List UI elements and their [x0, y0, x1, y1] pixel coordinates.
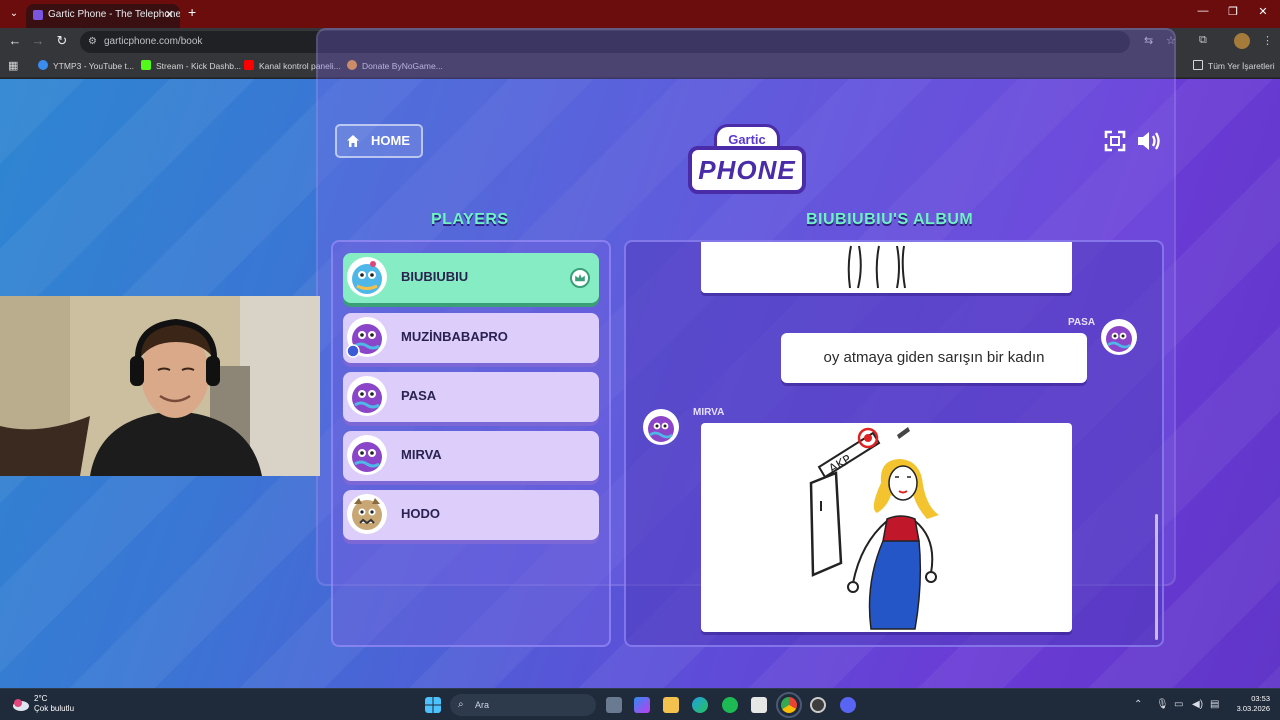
pasa-avatar-icon: [1101, 319, 1137, 355]
weather-desc: Çok bulutlu: [34, 704, 75, 713]
mirva-avatar-icon: [643, 409, 679, 445]
tab-title: Gartic Phone - The Telephone G: [48, 9, 180, 20]
logo-main-text: PHONE: [688, 146, 806, 194]
reload-icon[interactable]: ↻: [53, 33, 71, 49]
taskbar-search[interactable]: ⌕ Ara: [450, 694, 596, 716]
player-card-muzinbabapro[interactable]: MUZİNBABAPRO: [343, 313, 599, 363]
album-scrollbar[interactable]: [1155, 514, 1158, 640]
tab-close-icon[interactable]: ✕: [165, 4, 174, 26]
discord-icon[interactable]: [840, 697, 856, 713]
browser-titlebar: ⌄ Gartic Phone - The Telephone G ✕ + — ❐…: [0, 0, 1280, 28]
profile-avatar[interactable]: [1234, 33, 1250, 49]
voting-woman-drawing: AKP: [809, 427, 939, 630]
webcam-overlay: [0, 296, 320, 476]
site-info-icon[interactable]: ⚙: [88, 31, 97, 53]
youtube-icon: [244, 60, 254, 70]
player-avatar-icon: [347, 257, 387, 297]
text-entry-bubble: oy atmaya giden sarışın bir kadın: [781, 333, 1087, 383]
previous-drawing: [847, 245, 906, 289]
home-label: HOME: [371, 133, 410, 148]
player-card-mirva[interactable]: MIRVA: [343, 431, 599, 481]
cloudy-weather-icon[interactable]: [12, 696, 30, 712]
restore-icon[interactable]: ❐: [1218, 5, 1248, 18]
search-icon: ⌕: [458, 699, 464, 710]
player-card-pasa[interactable]: PASA: [343, 372, 599, 422]
new-tab-icon[interactable]: +: [188, 4, 196, 20]
text-author-name: PASA: [1068, 317, 1096, 328]
weather-widget[interactable]: 2°C Çok bulutlu: [34, 694, 74, 714]
player-name: PASA: [401, 388, 437, 403]
url-text: garticphone.com/book: [104, 36, 203, 47]
task-view-icon[interactable]: [606, 697, 622, 713]
player-avatar-icon: [347, 494, 387, 534]
search-placeholder: Ara: [475, 700, 490, 710]
player-avatar-icon: [347, 435, 387, 475]
weather-temp: 2°C: [34, 694, 48, 703]
menu-icon[interactable]: ⋮: [1262, 34, 1273, 47]
clock-date: 3.03.2026: [1236, 704, 1270, 713]
host-crown-icon: [570, 268, 590, 288]
players-title: PLAYERS: [431, 211, 509, 228]
copilot-icon[interactable]: [634, 697, 650, 713]
clock-time: 03:53: [1251, 694, 1270, 703]
microphone-icon[interactable]: 🎙: [1156, 699, 1169, 710]
minimize-icon[interactable]: —: [1188, 5, 1218, 17]
bookmark-ytmp3[interactable]: YTMP3 - YouTube t...: [38, 60, 134, 71]
gartic-phone-logo: Gartic PHONE: [688, 124, 806, 196]
spotify-icon[interactable]: [722, 697, 738, 713]
player-name: BIUBIUBIU: [401, 269, 469, 284]
drawing-card: AKP: [701, 423, 1072, 632]
network-icon[interactable]: ▭: [1174, 699, 1183, 710]
file-explorer-icon[interactable]: [663, 697, 679, 713]
tab-favicon-icon: [33, 10, 43, 20]
ytmp3-icon: [38, 60, 48, 70]
drawing-author-name: MIRVA: [693, 407, 725, 418]
system-clock[interactable]: 03:53 3.03.2026: [1226, 694, 1270, 714]
tab-search-icon[interactable]: ⌄: [6, 6, 22, 22]
close-window-icon[interactable]: ✕: [1248, 5, 1278, 18]
store-icon[interactable]: [751, 697, 767, 713]
player-name: MIRVA: [401, 447, 442, 462]
player-name: MUZİNBABAPRO: [401, 329, 508, 344]
forward-icon[interactable]: →: [29, 33, 47, 48]
album-title: BIUBIUBIU'S ALBUM: [806, 211, 974, 228]
tray-overflow-icon[interactable]: ⌃: [1134, 699, 1142, 710]
bookmark-kick[interactable]: Stream - Kick Dashb...: [141, 60, 241, 71]
home-icon: [347, 135, 359, 147]
streamer-webcam: [0, 296, 320, 476]
battery-icon[interactable]: ▤: [1210, 699, 1219, 710]
kick-icon: [141, 60, 151, 70]
player-name: HODO: [401, 506, 440, 521]
player-avatar-icon: [346, 317, 387, 358]
windows-taskbar: 2°C Çok bulutlu ⌕ Ara ⌃ 🎙 ▭ ◀) ▤ 03:53 3…: [0, 688, 1280, 720]
previous-drawing-card: [701, 242, 1072, 293]
folder-icon: [1193, 60, 1203, 70]
back-icon[interactable]: ←: [6, 33, 24, 48]
obs-icon[interactable]: [810, 697, 826, 713]
all-bookmarks[interactable]: Tüm Yer İşaretleri: [1193, 60, 1275, 71]
extensions-icon[interactable]: ⧉: [1199, 34, 1207, 47]
player-card-biubiubiu[interactable]: BIUBIUBIU: [343, 253, 599, 303]
player-avatar-icon: [347, 376, 387, 416]
browser-tab[interactable]: Gartic Phone - The Telephone G ✕: [26, 4, 180, 28]
edge-icon[interactable]: [692, 697, 708, 713]
player-card-hodo[interactable]: HODO: [343, 490, 599, 540]
apps-icon[interactable]: ▦: [8, 59, 18, 72]
fullscreen-icon[interactable]: [1104, 130, 1126, 152]
speaker-icon[interactable]: ◀): [1192, 699, 1203, 710]
volume-icon[interactable]: [1136, 129, 1164, 153]
home-button[interactable]: HOME: [335, 124, 423, 158]
windows-start-icon[interactable]: [425, 697, 441, 713]
chrome-icon[interactable]: [776, 692, 802, 718]
